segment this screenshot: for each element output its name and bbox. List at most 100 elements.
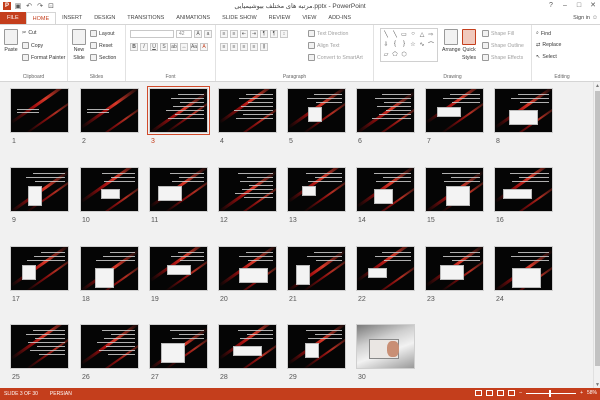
bracket-shape-icon[interactable]: { xyxy=(391,40,399,48)
decrease-indent-icon[interactable]: ⇤ xyxy=(240,30,248,38)
paste-button[interactable]: Paste xyxy=(4,29,18,53)
slide-sorter[interactable]: 1 2 3 4 5 6 7 8 9 10 11 12 13 14 15 16 17 18 19 20 21 22 23 24 2… xyxy=(0,82,600,388)
slide-thumbnail[interactable] xyxy=(80,324,139,369)
language-status[interactable]: PERSIAN xyxy=(50,391,72,397)
close-button[interactable]: ✕ xyxy=(586,0,600,10)
arrow-shape-icon[interactable]: ⇨ xyxy=(427,30,435,38)
copy-button[interactable]: Copy xyxy=(22,42,43,49)
shape-effects-button[interactable]: Shape Effects xyxy=(482,54,523,61)
maximize-button[interactable]: □ xyxy=(572,0,586,10)
start-from-beginning-icon[interactable]: ⊡ xyxy=(47,2,55,10)
shape-outline-button[interactable]: Shape Outline xyxy=(482,42,524,49)
char-spacing-icon[interactable]: ↔ xyxy=(180,43,188,51)
align-right-icon[interactable]: ≡ xyxy=(240,43,248,51)
sign-in-link[interactable]: Sign in xyxy=(573,15,590,21)
reading-view-icon[interactable] xyxy=(497,390,505,396)
scroll-thumb[interactable] xyxy=(595,91,600,366)
change-case-icon[interactable]: Aa xyxy=(190,43,198,51)
zoom-slider[interactable] xyxy=(526,389,577,397)
tab-insert[interactable]: INSERT xyxy=(56,12,88,24)
section-button[interactable]: Section xyxy=(90,54,116,61)
align-left-icon[interactable]: ≡ xyxy=(220,43,228,51)
slide-thumbnail[interactable] xyxy=(80,167,139,212)
layout-button[interactable]: Layout xyxy=(90,30,115,37)
quick-styles-button[interactable]: Quick Styles xyxy=(462,29,476,61)
bracket-shape-icon[interactable]: } xyxy=(400,40,408,48)
numbering-icon[interactable]: ≡ xyxy=(230,30,238,38)
slideshow-view-icon[interactable] xyxy=(508,390,516,396)
text-direction-button[interactable]: Text Direction xyxy=(308,30,348,37)
slide-thumbnail[interactable] xyxy=(494,246,553,291)
powerpoint-icon[interactable]: P xyxy=(3,2,11,10)
decrease-font-icon[interactable]: a xyxy=(204,30,212,38)
slide-thumbnail[interactable] xyxy=(494,88,553,133)
slide-thumbnail[interactable] xyxy=(218,167,277,212)
star-shape-icon[interactable]: ☆ xyxy=(409,40,417,48)
tab-view[interactable]: VIEW xyxy=(296,12,322,24)
slide-sorter-view-icon[interactable] xyxy=(486,390,494,396)
new-slide-button[interactable]: New Slide xyxy=(72,29,86,61)
zoom-slider-thumb[interactable] xyxy=(549,389,552,397)
minimize-button[interactable]: – xyxy=(558,0,572,10)
format-painter-button[interactable]: Format Painter xyxy=(22,54,65,61)
slide-thumbnail[interactable] xyxy=(80,246,139,291)
tab-slide-show[interactable]: SLIDE SHOW xyxy=(216,12,263,24)
slide-thumbnail[interactable] xyxy=(149,246,208,291)
shape-fill-button[interactable]: Shape Fill xyxy=(482,30,514,37)
slide-thumbnail[interactable] xyxy=(218,88,277,133)
tab-review[interactable]: REVIEW xyxy=(263,12,297,24)
line-shape-icon[interactable]: ╲ xyxy=(382,30,390,38)
slide-thumbnail[interactable] xyxy=(287,324,346,369)
italic-icon[interactable]: I xyxy=(140,43,148,51)
arc-shape-icon[interactable]: ⌒ xyxy=(427,40,435,49)
columns-icon[interactable]: ⫼ xyxy=(260,43,268,51)
slide-thumbnail[interactable] xyxy=(218,324,277,369)
slide-count-status[interactable]: SLIDE 3 OF 30 xyxy=(4,391,38,397)
scroll-down-icon[interactable]: ▼ xyxy=(594,381,600,388)
slide-thumbnail[interactable] xyxy=(356,246,415,291)
slide-thumbnail[interactable] xyxy=(425,88,484,133)
curve-shape-icon[interactable]: ∿ xyxy=(418,40,426,48)
slide-thumbnail[interactable] xyxy=(356,88,415,133)
tab-file[interactable]: FILE xyxy=(0,12,26,24)
font-name-input[interactable] xyxy=(130,30,174,38)
account-icon[interactable]: ☺ xyxy=(592,15,598,21)
arrow-shape-icon[interactable]: ⇩ xyxy=(382,40,390,48)
slide-thumbnail[interactable] xyxy=(218,246,277,291)
callout-shape-icon[interactable]: ▱ xyxy=(382,50,390,58)
hexagon-shape-icon[interactable]: ⬡ xyxy=(400,50,408,58)
tab-transitions[interactable]: TRANSITIONS xyxy=(121,12,170,24)
zoom-out-button[interactable]: – xyxy=(519,390,522,396)
arrange-button[interactable]: Arrange xyxy=(442,29,460,53)
slide-thumbnail[interactable] xyxy=(10,167,69,212)
cut-button[interactable]: ✂ Cut xyxy=(22,30,36,36)
font-size-input[interactable]: 42 xyxy=(176,30,192,38)
normal-view-icon[interactable] xyxy=(475,390,483,396)
reset-button[interactable]: Reset xyxy=(90,42,113,49)
rtl-icon[interactable]: ¶ xyxy=(270,30,278,38)
slide-thumbnail[interactable] xyxy=(425,167,484,212)
slide-thumbnail[interactable] xyxy=(10,246,69,291)
vertical-scrollbar[interactable]: ▲ ▼ xyxy=(593,82,600,388)
tab-add-ins[interactable]: ADD-INS xyxy=(322,12,357,24)
bullets-icon[interactable]: ≡ xyxy=(220,30,228,38)
find-button[interactable]: ⌕ Find xyxy=(536,30,551,37)
align-center-icon[interactable]: ≡ xyxy=(230,43,238,51)
help-button[interactable]: ? xyxy=(544,0,558,10)
justify-icon[interactable]: ≡ xyxy=(250,43,258,51)
triangle-shape-icon[interactable]: △ xyxy=(418,30,426,38)
align-text-button[interactable]: Align Text xyxy=(308,42,339,49)
select-button[interactable]: ↖ Select xyxy=(536,54,557,60)
slide-thumbnail[interactable] xyxy=(356,167,415,212)
strikethrough-icon[interactable]: ab xyxy=(170,43,178,51)
slide-thumbnail[interactable] xyxy=(287,246,346,291)
redo-icon[interactable]: ↷ xyxy=(36,2,44,10)
oval-shape-icon[interactable]: ○ xyxy=(409,30,417,38)
zoom-in-button[interactable]: + xyxy=(580,390,583,396)
ltr-icon[interactable]: ¶ xyxy=(260,30,268,38)
tab-home[interactable]: HOME xyxy=(25,12,57,24)
line-spacing-icon[interactable]: ↕ xyxy=(280,30,288,38)
slide-thumbnail[interactable] xyxy=(287,88,346,133)
font-color-icon[interactable]: A xyxy=(200,43,208,51)
shapes-gallery[interactable]: ╲ ╲ ▭ ○ △ ⇨ ⇩ { } ☆ ∿ ⌒ ▱ ⬠ ⬡ xyxy=(380,28,438,62)
